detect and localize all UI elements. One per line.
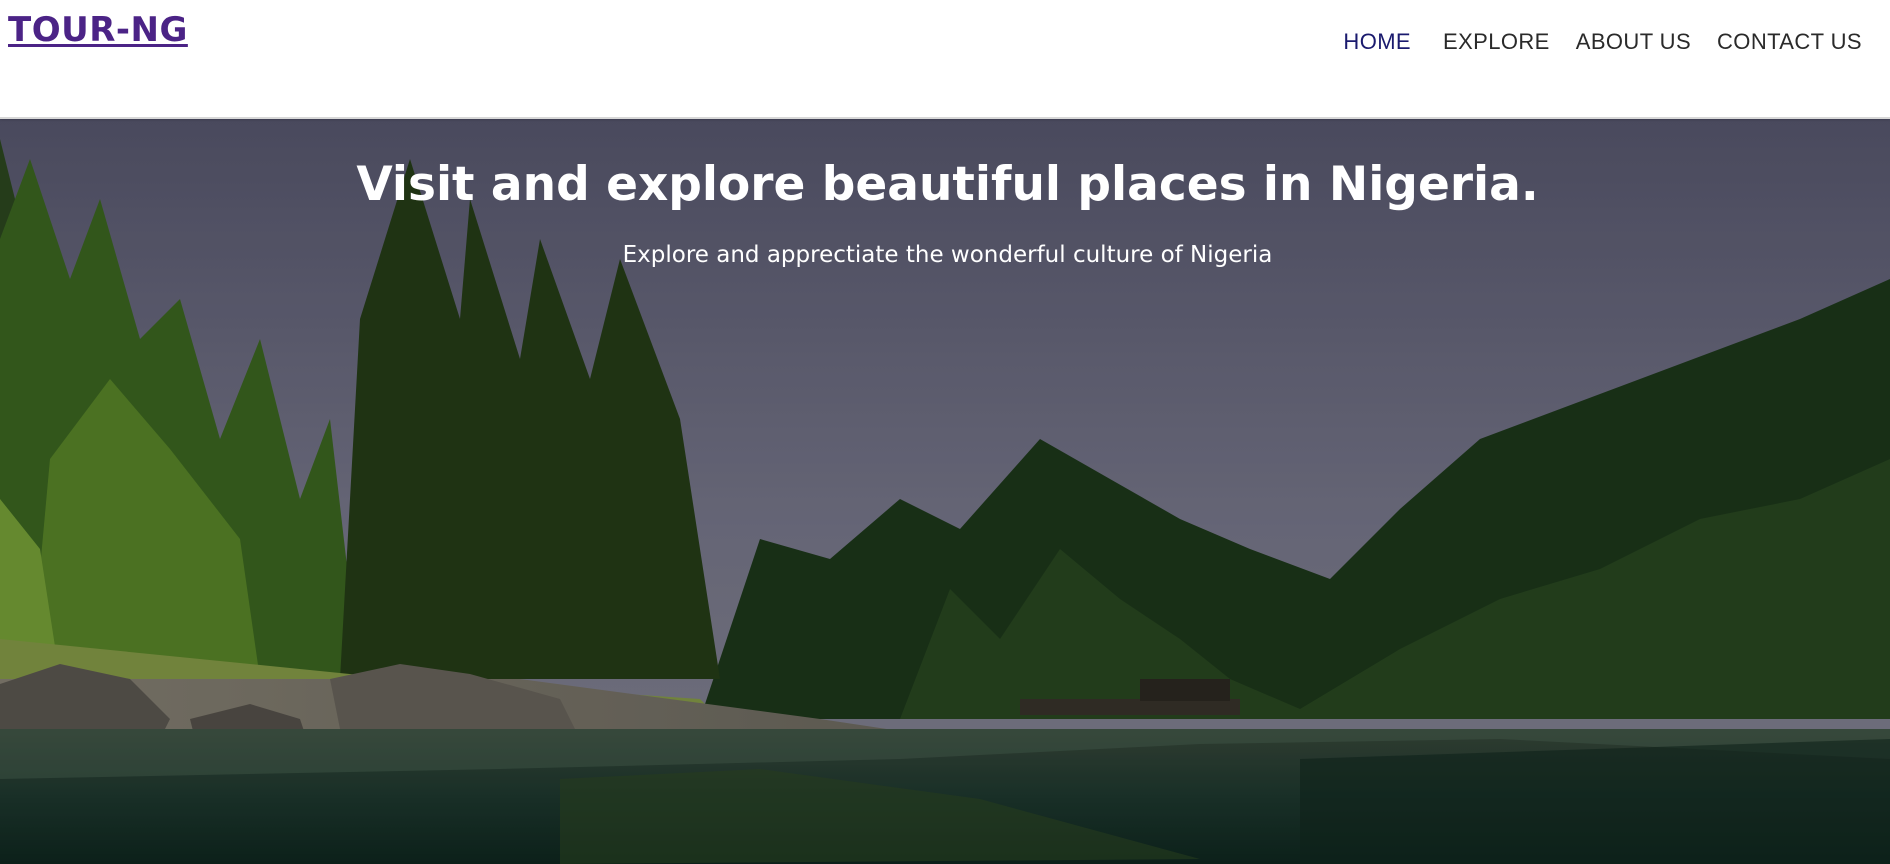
- main-nav: HOME EXPLORE ABOUT US CONTACT US: [1317, 29, 1862, 55]
- nav-about-us[interactable]: ABOUT US: [1576, 29, 1691, 55]
- hero-title: Visit and explore beautiful places in Ni…: [356, 157, 1539, 213]
- site-header: TOUR-NG HOME EXPLORE ABOUT US CONTACT US: [0, 0, 1890, 119]
- hero-background-image: [0, 119, 1890, 864]
- logo-link[interactable]: TOUR-NG: [8, 10, 188, 50]
- hero-subtitle: Explore and apprectiate the wonderful cu…: [622, 242, 1273, 268]
- hero-section: Visit and explore beautiful places in Ni…: [0, 119, 1890, 864]
- nav-explore[interactable]: EXPLORE: [1443, 29, 1550, 55]
- nav-home[interactable]: HOME: [1343, 29, 1411, 55]
- nav-contact-us[interactable]: CONTACT US: [1717, 29, 1862, 55]
